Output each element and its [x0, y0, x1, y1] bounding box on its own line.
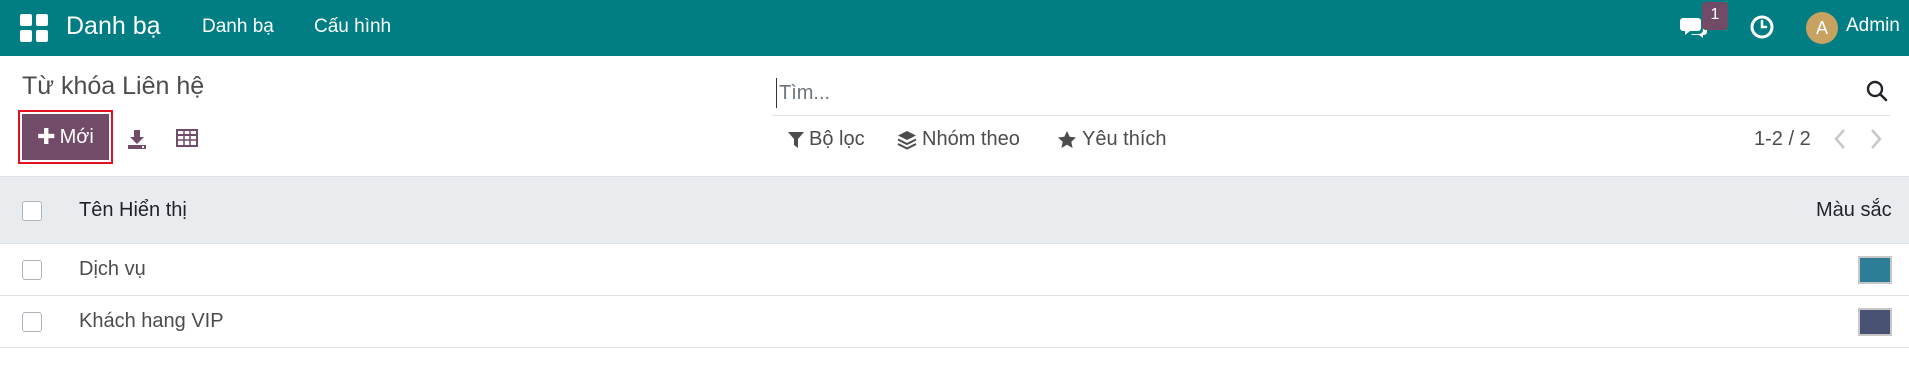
search-input[interactable] — [776, 78, 1836, 108]
column-display-name[interactable]: Tên Hiển thị — [79, 199, 187, 222]
apps-menu-icon[interactable] — [20, 14, 48, 42]
list-view-icon[interactable] — [176, 128, 198, 153]
filter-icon — [788, 131, 804, 148]
filters-toggle[interactable]: Bộ lọc — [788, 128, 865, 151]
download-icon[interactable] — [126, 128, 148, 155]
row-display-name: Khách hang VIP — [79, 310, 224, 332]
color-swatch-fill — [1860, 258, 1890, 282]
new-button-highlight: ✚ Mới — [18, 110, 113, 164]
row-checkbox[interactable] — [22, 260, 42, 280]
column-color[interactable]: Màu sắc — [1816, 199, 1892, 222]
favorites-label: Yêu thích — [1082, 128, 1167, 150]
group-by-toggle[interactable]: Nhóm theo — [897, 128, 1020, 151]
menu-configuration[interactable]: Cấu hình — [314, 16, 391, 38]
table-row[interactable]: Dịch vụ — [0, 244, 1909, 296]
color-swatch — [1858, 256, 1892, 284]
page-title: Từ khóa Liên hệ — [22, 72, 205, 100]
star-icon — [1058, 130, 1076, 148]
activity-clock-icon[interactable] — [1750, 15, 1774, 44]
layers-icon — [897, 130, 917, 150]
row-display-name: Dịch vụ — [79, 258, 146, 280]
pager-value[interactable]: 1-2 / 2 — [1754, 128, 1811, 151]
user-avatar[interactable]: A — [1806, 12, 1838, 44]
select-all-checkbox[interactable] — [22, 201, 42, 221]
message-count-badge: 1 — [1702, 2, 1728, 30]
color-swatch-fill — [1860, 310, 1890, 334]
user-menu[interactable]: Admin — [1846, 15, 1900, 37]
table-row[interactable]: Khách hang VIP — [0, 296, 1909, 348]
pager-next-icon[interactable] — [1868, 128, 1884, 155]
group-by-label: Nhóm theo — [922, 128, 1020, 150]
pager-previous-icon[interactable] — [1832, 128, 1848, 155]
search-icon[interactable] — [1866, 80, 1888, 107]
row-checkbox[interactable] — [22, 312, 42, 332]
search-bar — [772, 72, 1890, 116]
new-button[interactable]: ✚ Mới — [22, 114, 109, 160]
list-header: Tên Hiển thị Màu sắc — [0, 176, 1909, 244]
color-swatch — [1858, 308, 1892, 336]
app-brand[interactable]: Danh bạ — [66, 12, 161, 41]
top-navbar: Danh bạ Danh bạ Cấu hình 1 A Admin — [0, 0, 1909, 56]
menu-contacts[interactable]: Danh bạ — [202, 16, 274, 38]
filters-label: Bộ lọc — [809, 128, 865, 150]
favorites-toggle[interactable]: Yêu thích — [1057, 128, 1167, 151]
new-button-label: Mới — [59, 125, 94, 148]
plus-icon: ✚ — [37, 124, 56, 149]
